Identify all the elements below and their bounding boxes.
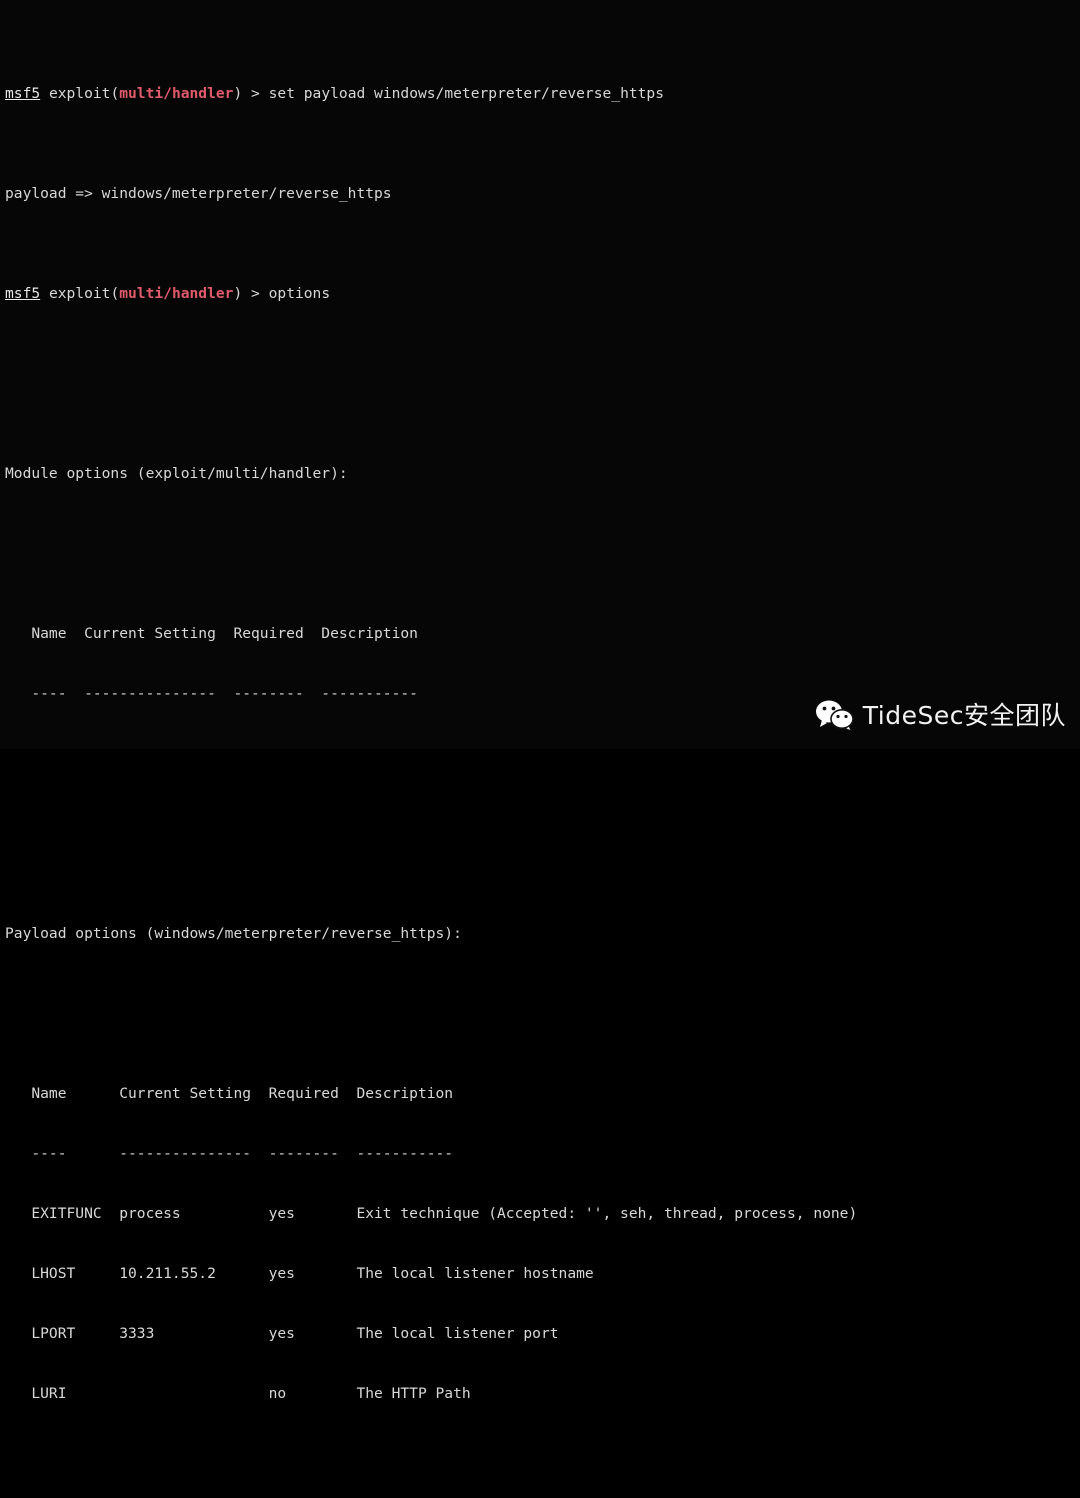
wechat-icon: [815, 700, 854, 731]
terminal-line-set-payload: msf5 exploit(multi/handler) > set payloa…: [5, 84, 1080, 104]
payload-option-row-lhost: LHOST 10.211.55.2 yes The local listener…: [5, 1265, 594, 1282]
msf-prompt-module: multi/handler: [119, 285, 234, 302]
msf-prompt-suffix: ) >: [233, 85, 269, 102]
payload-options-heading: Payload options (windows/meterpreter/rev…: [5, 925, 462, 942]
msf-prompt-prefix: exploit(: [40, 85, 120, 102]
payload-option-row-exitfunc: EXITFUNC process yes Exit technique (Acc…: [5, 1205, 858, 1222]
terminal-line-payload-echo: payload => windows/meterpreter/reverse_h…: [5, 184, 1080, 204]
terminal-screen[interactable]: msf5 exploit(multi/handler) > set payloa…: [0, 0, 1080, 1402]
watermark: TideSec安全团队: [815, 699, 1066, 731]
msf-prompt-name: msf5: [5, 85, 41, 102]
command-options: options: [268, 285, 331, 302]
module-options-heading: Module options (exploit/multi/handler):: [5, 465, 348, 482]
module-options-header-row: Name Current Setting Required Descriptio…: [5, 625, 418, 642]
command-set-payload: set payload windows/meterpreter/reverse_…: [268, 85, 665, 102]
msf-prompt-suffix: ) >: [233, 285, 269, 302]
watermark-text: TideSec安全团队: [862, 700, 1066, 730]
msf-prompt-module: multi/handler: [119, 85, 234, 102]
payload-options-separator-row: ---- --------------- -------- ----------…: [5, 1145, 454, 1162]
payload-echo-text: payload => windows/meterpreter/reverse_h…: [5, 185, 392, 202]
payload-option-row-lport: LPORT 3333 yes The local listener port: [5, 1325, 559, 1342]
payload-option-row-luri: LURI no The HTTP Path: [5, 1385, 471, 1402]
msf-prompt-prefix: exploit(: [40, 285, 120, 302]
msf-prompt-name: msf5: [5, 285, 41, 302]
terminal-line-options: msf5 exploit(multi/handler) > options: [5, 284, 1080, 304]
payload-options-header-row: Name Current Setting Required Descriptio…: [5, 1085, 454, 1102]
